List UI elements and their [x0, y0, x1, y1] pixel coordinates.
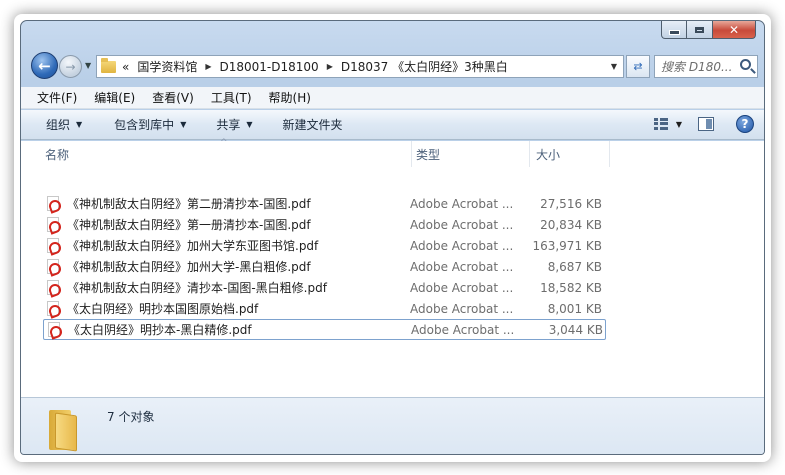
- file-name: 《神机制敌太白阴经》第二册清抄本-国图.pdf: [67, 197, 311, 211]
- file-size: 8,687 KB: [547, 259, 602, 274]
- chevron-down-icon: ▼: [246, 120, 253, 129]
- arrow-left-icon: ←: [38, 56, 51, 75]
- folder-icon: [101, 57, 116, 73]
- views-icon[interactable]: [653, 118, 668, 130]
- file-row[interactable]: 《神机制敌太白阴经》加州大学东亚图书馆.pdf Adobe Acrobat ..…: [43, 235, 606, 256]
- explorer-window: ✕ ← → ▼ « 国学资料馆 ▶ D18001-D18100 ▶ D18037…: [20, 20, 765, 455]
- file-size: 27,516 KB: [540, 196, 602, 211]
- minimize-icon: [668, 29, 680, 35]
- menu-help[interactable]: 帮助(H): [269, 89, 311, 106]
- file-name: 《神机制敌太白阴经》加州大学-黑白粗修.pdf: [67, 260, 311, 274]
- share-label: 共享: [216, 118, 241, 132]
- view-controls: ▼ ?: [653, 115, 754, 133]
- search-icon[interactable]: [740, 59, 751, 70]
- pdf-file-icon: [48, 322, 60, 337]
- file-name: 《太白阴经》明抄本国图原始档.pdf: [67, 302, 259, 316]
- menu-view[interactable]: 查看(V): [152, 89, 194, 106]
- include-in-library-label: 包含到库中: [114, 118, 175, 132]
- command-bar: 组织 ▼ 包含到库中 ▼ 共享 ▼ 新建文件夹 ▼ ?: [21, 110, 764, 140]
- pdf-file-icon: [47, 238, 59, 253]
- column-header-size[interactable]: 大小: [536, 141, 560, 167]
- chevron-down-icon: ▼: [180, 120, 187, 129]
- file-type: Adobe Acrobat ...: [410, 238, 514, 253]
- pdf-file-icon: [47, 280, 59, 295]
- menu-file[interactable]: 文件(F): [37, 89, 77, 106]
- column-divider[interactable]: [529, 141, 530, 167]
- pdf-file-icon: [47, 196, 59, 211]
- address-bar[interactable]: « 国学资料馆 ▶ D18001-D18100 ▶ D18037 《太白阴经》3…: [96, 55, 624, 78]
- back-button[interactable]: ←: [31, 52, 58, 79]
- file-name: 《太白阴经》明抄本-黑白精修.pdf: [68, 323, 252, 337]
- maximize-icon: [695, 26, 704, 33]
- preview-pane-icon[interactable]: [698, 117, 714, 131]
- refresh-icon: ⇄: [633, 60, 643, 73]
- file-name: 《神机制敌太白阴经》加州大学东亚图书馆.pdf: [67, 239, 319, 253]
- file-size: 163,971 KB: [532, 238, 602, 253]
- column-header-name[interactable]: 名称: [45, 141, 69, 167]
- chevron-right-icon[interactable]: ▶: [205, 62, 211, 71]
- address-row: ← → ▼ « 国学资料馆 ▶ D18001-D18100 ▶ D18037 《…: [29, 51, 759, 81]
- file-type: Adobe Acrobat ...: [410, 217, 514, 232]
- breadcrumb-item[interactable]: D18037 《太白阴经》3种黑白: [341, 58, 508, 75]
- file-size: 3,044 KB: [548, 322, 603, 337]
- help-icon[interactable]: ?: [736, 115, 754, 133]
- file-size: 20,834 KB: [540, 217, 602, 232]
- arrow-right-icon: →: [65, 59, 76, 74]
- folder-icon: [47, 410, 79, 452]
- item-count: 7 个对象: [107, 410, 155, 424]
- forward-button[interactable]: →: [59, 55, 82, 78]
- organize-button[interactable]: 组织 ▼: [46, 116, 82, 133]
- file-row[interactable]: 《神机制敌太白阴经》第一册清抄本-国图.pdf Adobe Acrobat ..…: [43, 214, 606, 235]
- pdf-file-icon: [47, 217, 59, 232]
- menu-bar: 文件(F) 编辑(E) 查看(V) 工具(T) 帮助(H): [21, 87, 764, 109]
- file-name: 《神机制敌太白阴经》第一册清抄本-国图.pdf: [67, 218, 311, 232]
- pdf-file-icon: [47, 259, 59, 274]
- column-header-type[interactable]: 类型: [416, 141, 440, 167]
- menu-edit[interactable]: 编辑(E): [94, 89, 135, 106]
- include-in-library-button[interactable]: 包含到库中 ▼: [114, 116, 186, 133]
- file-list: ^ 名称 类型 大小 《神机制敌太白阴经》第二册清抄本-国图.pdf Adobe…: [21, 138, 764, 397]
- breadcrumb-item[interactable]: D18001-D18100: [220, 60, 319, 74]
- file-type: Adobe Acrobat ...: [411, 322, 515, 337]
- file-row[interactable]: 《太白阴经》明抄本国图原始档.pdf Adobe Acrobat ... 8,0…: [43, 298, 606, 319]
- new-folder-label: 新建文件夹: [282, 118, 343, 132]
- file-size: 8,001 KB: [547, 301, 602, 316]
- minimize-button[interactable]: [661, 21, 687, 39]
- column-divider[interactable]: [609, 141, 610, 167]
- breadcrumb-overflow[interactable]: «: [122, 60, 129, 74]
- file-row-selected[interactable]: 《太白阴经》明抄本-黑白精修.pdf Adobe Acrobat ... 3,0…: [43, 319, 606, 340]
- refresh-button[interactable]: ⇄: [626, 55, 650, 78]
- chevron-down-icon[interactable]: ▼: [676, 120, 682, 129]
- recent-pages-dropdown[interactable]: ▼: [85, 61, 91, 70]
- file-row[interactable]: 《神机制敌太白阴经》第二册清抄本-国图.pdf Adobe Acrobat ..…: [43, 193, 606, 214]
- close-button[interactable]: ✕: [713, 21, 756, 39]
- new-folder-button[interactable]: 新建文件夹: [283, 116, 343, 133]
- file-type: Adobe Acrobat ...: [410, 301, 514, 316]
- menu-tools[interactable]: 工具(T): [211, 89, 252, 106]
- file-type: Adobe Acrobat ...: [410, 196, 514, 211]
- search-input[interactable]: [661, 59, 737, 74]
- chevron-down-icon[interactable]: ▼: [611, 62, 617, 71]
- caption-buttons: ✕: [661, 21, 756, 39]
- pdf-file-icon: [47, 301, 59, 316]
- file-row[interactable]: 《神机制敌太白阴经》加州大学-黑白粗修.pdf Adobe Acrobat ..…: [43, 256, 606, 277]
- organize-label: 组织: [46, 118, 71, 132]
- file-type: Adobe Acrobat ...: [410, 259, 514, 274]
- file-size: 18,582 KB: [540, 280, 602, 295]
- share-button[interactable]: 共享 ▼: [216, 116, 252, 133]
- breadcrumb: 国学资料馆 ▶ D18001-D18100 ▶ D18037 《太白阴经》3种黑…: [137, 58, 507, 75]
- file-row[interactable]: 《神机制敌太白阴经》清抄本-国图-黑白粗修.pdf Adobe Acrobat …: [43, 277, 606, 298]
- breadcrumb-item[interactable]: 国学资料馆: [137, 58, 197, 75]
- maximize-button[interactable]: [687, 21, 713, 39]
- details-pane: 7 个对象: [21, 397, 764, 454]
- search-box: [654, 55, 758, 78]
- file-type: Adobe Acrobat ...: [410, 280, 514, 295]
- chevron-right-icon[interactable]: ▶: [327, 62, 333, 71]
- chevron-down-icon: ▼: [76, 120, 83, 129]
- file-name: 《神机制敌太白阴经》清抄本-国图-黑白粗修.pdf: [67, 281, 327, 295]
- close-icon: ✕: [728, 22, 740, 37]
- column-divider[interactable]: [411, 141, 412, 167]
- sort-up-icon: ^: [220, 138, 228, 148]
